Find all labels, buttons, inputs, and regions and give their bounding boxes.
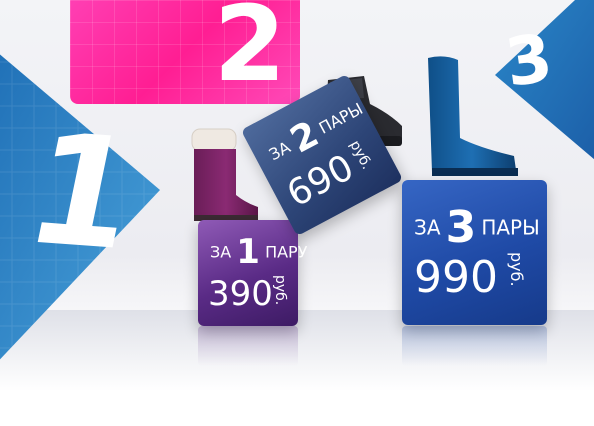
pink-tile: 2 (70, 0, 300, 104)
offer-3-currency-text: руб. (507, 252, 526, 287)
offer-3-prefix: ЗА (414, 215, 441, 240)
offer-1-prefix: ЗА (210, 242, 232, 262)
box-3-reflection (402, 326, 547, 366)
promo-banner: 1 2 3 ЗА 1 ПАРУ 390 руб. ЗА 2 ПАРЫ 690 р… (0, 0, 594, 426)
offer-3-qty: 3 (445, 202, 477, 253)
offer-3-unit: ПАРЫ (481, 215, 540, 240)
offer-2-unit: ПАРЫ (315, 99, 366, 138)
offer-1-qty: 1 (236, 232, 260, 272)
number-2: 2 (213, 0, 286, 104)
offer-3-price: 990 (414, 252, 498, 303)
offer-1-currency: руб. (272, 274, 318, 305)
offer-1-currency-text: руб. (272, 275, 288, 306)
offer-box-3: ЗА 3 ПАРЫ 990 руб. (402, 180, 547, 325)
box-1-reflection (198, 326, 298, 366)
offer-1-heading: ЗА 1 ПАРУ (210, 232, 307, 272)
offer-1-unit: ПАРУ (265, 242, 308, 262)
offer-2-prefix: ЗА (265, 137, 294, 165)
offer-box-1: ЗА 1 ПАРУ 390 руб. (198, 220, 307, 326)
offer-1-price: 390 (208, 274, 273, 314)
offer-3-heading: ЗА 3 ПАРЫ (414, 202, 540, 253)
blue-boot-image (428, 56, 518, 176)
offer-3-currency: руб. (507, 252, 561, 287)
